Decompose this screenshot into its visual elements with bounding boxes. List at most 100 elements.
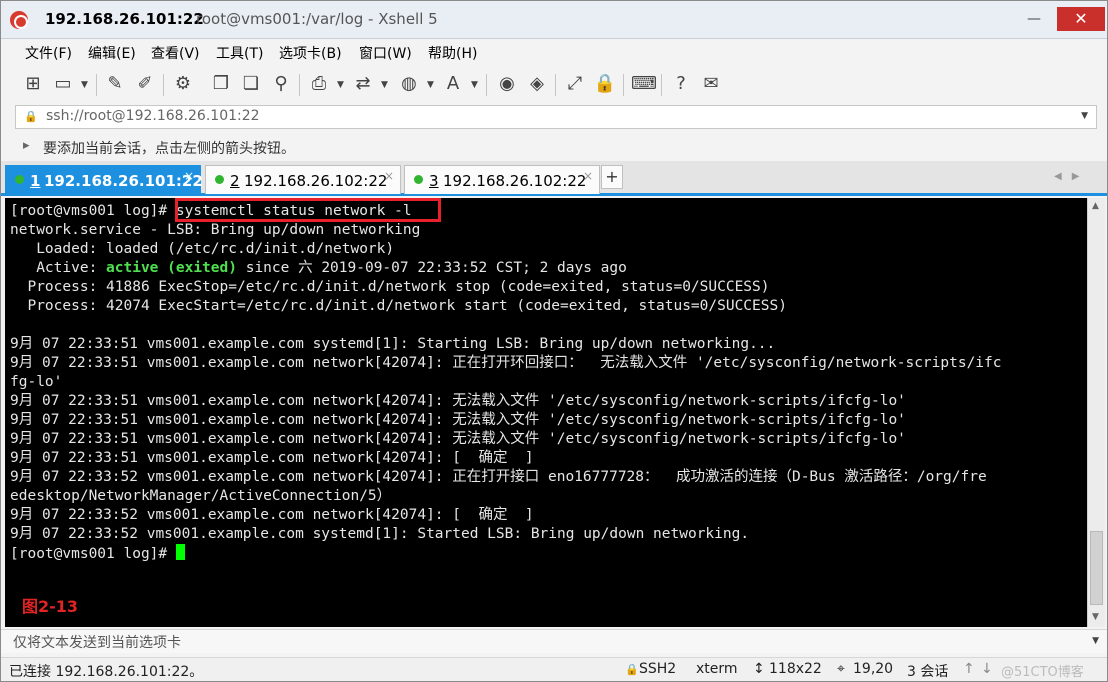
new-session-icon[interactable]: ⊞	[21, 72, 45, 96]
lock-icon[interactable]: 🔒	[593, 72, 617, 96]
globe-dropdown-icon[interactable]: ▼	[427, 80, 434, 90]
terminal-screen[interactable]: [root@vms001 log]# systemctl status netw…	[5, 198, 1087, 627]
tab-number: 2	[230, 172, 240, 190]
menu-edit[interactable]: 编辑(E)	[88, 43, 136, 63]
menu-file[interactable]: 文件(F)	[25, 43, 72, 63]
terminal-line: 9月 07 22:33:51 vms001.example.com networ…	[10, 412, 906, 428]
cursor-position-status: 19,20	[853, 661, 894, 677]
window-title-host: 192.168.26.101:22	[45, 10, 204, 28]
menu-bar: 文件(F) 编辑(E) 查看(V) 工具(T) 选项卡(B) 窗口(W) 帮助(…	[1, 39, 1107, 65]
add-tab-button[interactable]: +	[601, 165, 623, 189]
menu-tools[interactable]: 工具(T)	[216, 43, 263, 63]
menu-window[interactable]: 窗口(W)	[359, 43, 412, 63]
terminal-scrollbar[interactable]: ▲ ▼	[1087, 198, 1105, 627]
close-button[interactable]: ✕	[1057, 7, 1105, 31]
keyboard-icon[interactable]: ⌨	[631, 72, 657, 96]
tab-label: 192.168.26.101:22	[44, 172, 203, 190]
address-dropdown-icon[interactable]: ▼	[1081, 111, 1088, 121]
open-folder-icon[interactable]: ▭	[51, 72, 75, 96]
resize-icon: ↕	[753, 661, 765, 677]
pin-icon[interactable]: ▸	[23, 138, 30, 153]
connection-status: 已连接 192.168.26.101:22。	[9, 664, 204, 680]
fullscreen-icon[interactable]: ⤢	[563, 72, 587, 96]
disconnect-icon[interactable]: ✐	[133, 72, 157, 96]
title-bar[interactable]: 192.168.26.101:22 root@vms001:/var/log -…	[1, 1, 1107, 39]
terminal-line: 9月 07 22:33:52 vms001.example.com system…	[10, 526, 750, 542]
tab-session-2[interactable]: 2 192.168.26.102:22 ×	[205, 165, 401, 194]
tab-number: 3	[429, 172, 439, 190]
tab-scroll-arrows-icon[interactable]: ◀▶	[1054, 171, 1089, 182]
terminal-line: Process: 42074 ExecStart=/etc/rc.d/init.…	[10, 298, 787, 314]
terminal-line: 9月 07 22:33:52 vms001.example.com networ…	[10, 469, 987, 485]
help-icon[interactable]: ?	[669, 72, 693, 96]
session-hint-bar: ▸ 要添加当前会话，点击左侧的箭头按钮。	[1, 134, 1107, 158]
chat-icon[interactable]: ✉	[699, 72, 723, 96]
toolbar-separator	[661, 74, 662, 96]
compose-bar[interactable]: 仅将文本发送到当前选项卡 ▼	[1, 629, 1107, 653]
terminal-line: [root@vms001 log]# systemctl status netw…	[10, 203, 412, 219]
scrollbar-thumb[interactable]	[1090, 531, 1103, 605]
terminal-line: 9月 07 22:33:51 vms001.example.com networ…	[10, 393, 906, 409]
terminal-line: 9月 07 22:33:51 vms001.example.com networ…	[10, 450, 534, 466]
terminal-line: network.service - LSB: Bring up/down net…	[10, 222, 421, 238]
terminal-size-status: 118x22	[769, 661, 822, 677]
address-bar[interactable]: 🔒 ssh://root@192.168.26.101:22 ▼	[15, 105, 1097, 129]
reconnect-icon[interactable]: ✎	[103, 72, 127, 96]
font-icon[interactable]: A	[441, 72, 465, 96]
session-count-status: 3 会话	[907, 664, 949, 680]
scroll-down-icon[interactable]: ▼	[1092, 612, 1099, 622]
connected-dot-icon	[414, 175, 423, 184]
tab-label: 192.168.26.102:22	[244, 172, 388, 190]
arrow-down-icon[interactable]: ↓	[981, 661, 993, 677]
xagent-icon[interactable]: ◈	[525, 72, 549, 96]
status-bar: 已连接 192.168.26.101:22。 🔒 SSH2 xterm ↕ 11…	[1, 657, 1107, 681]
tab-close-icon[interactable]: ×	[184, 169, 194, 183]
tab-close-icon[interactable]: ×	[583, 169, 593, 183]
tab-session-1[interactable]: 1 192.168.26.101:22 ×	[5, 165, 203, 194]
terminal-line: Active: active (exited) since 六 2019-09-…	[10, 260, 627, 276]
address-input[interactable]: ssh://root@192.168.26.101:22	[46, 108, 260, 124]
lock-icon: 🔒	[625, 663, 639, 676]
tab-session-3[interactable]: 3 192.168.26.102:22 ×	[404, 165, 600, 194]
font-dropdown-icon[interactable]: ▼	[471, 80, 478, 90]
print-icon[interactable]: ⎙	[307, 72, 331, 96]
terminal-line: 9月 07 22:33:51 vms001.example.com networ…	[10, 355, 1002, 371]
tab-bar: 1 192.168.26.101:22 × 2 192.168.26.102:2…	[1, 161, 1107, 196]
open-dropdown-icon[interactable]: ▼	[81, 80, 88, 90]
tab-number: 1	[30, 172, 41, 190]
menu-view[interactable]: 查看(V)	[151, 43, 200, 63]
session-hint-text: 要添加当前会话，点击左侧的箭头按钮。	[43, 141, 295, 157]
arrow-up-icon[interactable]: ↑	[963, 661, 975, 677]
watermark-text: @51CTO博客	[1001, 665, 1084, 680]
window-title: root@vms001:/var/log - Xshell 5	[196, 10, 438, 28]
terminal-output: [root@vms001 log]# systemctl status netw…	[10, 202, 1082, 563]
toolbar-separator	[96, 74, 97, 96]
compose-dropdown-icon[interactable]: ▼	[1092, 636, 1099, 646]
menu-help[interactable]: 帮助(H)	[428, 43, 477, 63]
protocol-status: SSH2	[639, 661, 677, 677]
transfer-icon[interactable]: ⇄	[351, 72, 375, 96]
copy-icon[interactable]: ❐	[209, 72, 233, 96]
terminal-line: Loaded: loaded (/etc/rc.d/init.d/network…	[10, 241, 395, 257]
command-highlight-box	[175, 198, 441, 222]
cursor-icon: ⌖	[837, 661, 845, 677]
globe-icon[interactable]: ◍	[397, 72, 421, 96]
tab-close-icon[interactable]: ×	[384, 169, 394, 183]
compose-target-label[interactable]: 仅将文本发送到当前选项卡	[13, 632, 181, 652]
terminal-line: fg-lo'	[10, 374, 63, 390]
transfer-dropdown-icon[interactable]: ▼	[381, 80, 388, 90]
find-icon[interactable]: ⚲	[269, 72, 293, 96]
minimize-button[interactable]: —	[1021, 9, 1047, 29]
tab-label: 192.168.26.102:22	[443, 172, 587, 190]
toolbar-separator	[299, 74, 300, 96]
paste-icon[interactable]: ❏	[239, 72, 263, 96]
print-dropdown-icon[interactable]: ▼	[337, 80, 344, 90]
xftp-icon[interactable]: ◉	[495, 72, 519, 96]
scroll-up-icon[interactable]: ▲	[1092, 201, 1099, 211]
toolbar-separator	[486, 74, 487, 96]
properties-icon[interactable]: ⚙	[171, 72, 195, 96]
terminal-line: edesktop/NetworkManager/ActiveConnection…	[10, 488, 392, 504]
menu-tabs[interactable]: 选项卡(B)	[279, 43, 342, 63]
connected-dot-icon	[15, 175, 24, 184]
